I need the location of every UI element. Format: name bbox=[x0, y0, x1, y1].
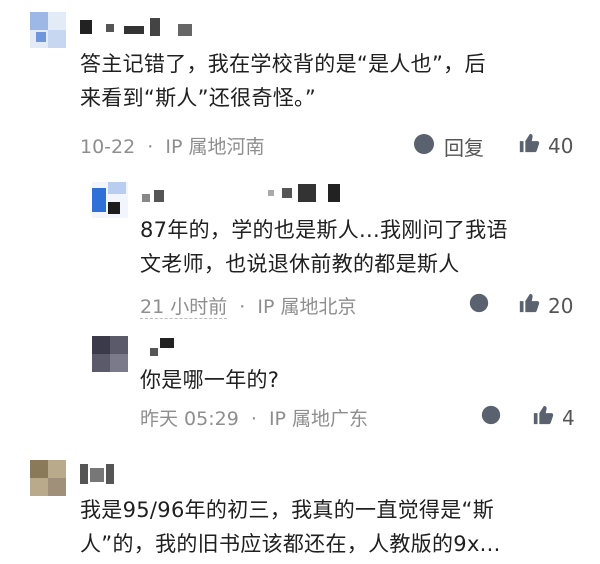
avatar[interactable] bbox=[92, 336, 128, 372]
ip-location: IP 属地广东 bbox=[268, 408, 369, 430]
avatar[interactable] bbox=[30, 460, 66, 496]
comment-text-line: 人”的，我的旧书应该都还在，人教版的9x... bbox=[80, 532, 501, 556]
reply-bubble-icon bbox=[480, 404, 502, 431]
comment-text-line: 来看到“斯人”还很奇怪。” bbox=[80, 86, 317, 110]
reply-text-line: 你是哪一年的? bbox=[140, 368, 280, 392]
reply-meta: 21 小时前 · IP 属地北京 bbox=[140, 292, 356, 319]
like-count: 4 bbox=[562, 405, 575, 430]
avatar[interactable] bbox=[92, 182, 128, 218]
thumbs-up-icon bbox=[532, 404, 554, 431]
reply-bubble-icon bbox=[412, 132, 436, 161]
ip-location: IP 属地北京 bbox=[257, 296, 357, 318]
like-count: 20 bbox=[548, 293, 574, 318]
reply-button[interactable] bbox=[480, 404, 502, 431]
reply-meta: 昨天 05:29 · IP 属地广东 bbox=[140, 404, 368, 431]
separator: · bbox=[250, 408, 257, 430]
separator: · bbox=[239, 296, 246, 318]
comment-text-line: 我是95/96年的初三，我真的一直觉得是“斯 bbox=[80, 498, 494, 522]
reply-button[interactable]: 回复 bbox=[412, 132, 484, 161]
thumbs-up-icon bbox=[518, 292, 540, 319]
reply-text-line: 87年的，学的也是斯人...我刚问了我语 bbox=[140, 218, 508, 242]
reply-text-line: 文老师，也说退休前教的都是斯人 bbox=[140, 252, 460, 276]
comment-meta: 10-22 · IP 属地河南 bbox=[80, 132, 264, 159]
like-button[interactable]: 40 bbox=[518, 132, 573, 159]
separator: · bbox=[147, 136, 154, 158]
ip-location: IP 属地河南 bbox=[165, 136, 265, 158]
thumbs-up-icon bbox=[518, 132, 540, 159]
reply-time: 21 小时前 bbox=[140, 296, 228, 319]
comment-text-line: 答主记错了，我在学校背的是“是人也”，后 bbox=[80, 52, 486, 76]
reply-button[interactable] bbox=[468, 292, 490, 319]
reply-time: 昨天 05:29 bbox=[140, 408, 239, 430]
like-count: 40 bbox=[548, 133, 574, 158]
reply-label: 回复 bbox=[444, 136, 484, 160]
username-masked[interactable] bbox=[80, 18, 240, 38]
username-masked[interactable] bbox=[80, 464, 140, 484]
like-button[interactable]: 4 bbox=[532, 404, 575, 431]
like-button[interactable]: 20 bbox=[518, 292, 573, 319]
reply-bubble-icon bbox=[468, 292, 490, 319]
username-masked[interactable] bbox=[150, 338, 190, 358]
username-masked[interactable] bbox=[142, 184, 362, 204]
comment-time: 10-22 bbox=[80, 136, 136, 158]
avatar[interactable] bbox=[30, 12, 66, 48]
